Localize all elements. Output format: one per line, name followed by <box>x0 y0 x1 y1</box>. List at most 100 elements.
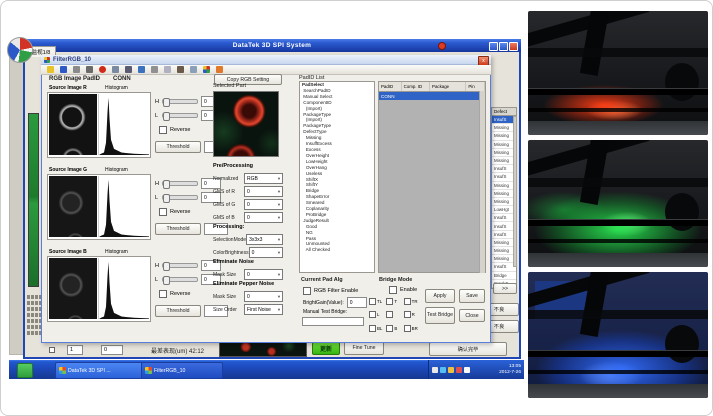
tray-icon[interactable] <box>448 367 454 373</box>
taskbar-clock: 13:05 2012-7-26 <box>499 364 521 375</box>
pad-table-scrollbar[interactable] <box>479 91 485 273</box>
channel-box <box>47 92 151 158</box>
param-dropdown[interactable]: 3x3x3▼ <box>246 234 283 245</box>
machine-photo-green <box>528 140 708 267</box>
h-slider[interactable] <box>162 99 198 104</box>
bridge-direction-checkbox[interactable] <box>404 298 411 305</box>
toolbar-icon[interactable] <box>99 66 106 73</box>
tray-icon[interactable] <box>440 367 446 373</box>
slider-thumb[interactable] <box>163 112 170 121</box>
toolbar-icon[interactable] <box>112 66 119 73</box>
pad-table-column[interactable]: Pin <box>466 82 485 91</box>
bottom-field-1[interactable]: 1 <box>67 345 83 355</box>
pad-table-column[interactable]: Package <box>430 82 466 91</box>
l-slider[interactable] <box>162 195 198 200</box>
bottom-checkbox[interactable] <box>49 347 55 353</box>
param-dropdown[interactable]: First Noise▼ <box>244 304 283 315</box>
bridge-direction-checkbox[interactable] <box>369 311 376 318</box>
apply-button[interactable]: Apply <box>425 289 455 303</box>
h-slider[interactable] <box>162 181 198 186</box>
more-button[interactable]: >> <box>493 283 517 294</box>
dialog-titlebar[interactable]: FilterRGB_10 x <box>41 55 491 65</box>
confirm-complete-button[interactable]: 确认完毕 <box>429 342 507 356</box>
param-dropdown[interactable]: 0▼ <box>244 199 283 210</box>
update-button[interactable]: 更新 <box>312 342 340 355</box>
defect-row[interactable]: Bridge <box>492 272 516 280</box>
slider-thumb[interactable] <box>163 194 170 203</box>
reverse-checkbox[interactable] <box>159 126 167 134</box>
toolbar-icon[interactable] <box>86 66 93 73</box>
slider-thumb[interactable] <box>163 98 170 107</box>
param-dropdown[interactable]: 0▼ <box>244 291 283 302</box>
bridge-direction-checkbox[interactable] <box>386 325 393 332</box>
taskbar-app-1[interactable]: DataTek 3D SPI ... <box>55 362 145 379</box>
bridge-direction-checkbox[interactable] <box>404 311 411 318</box>
bridge-direction-cell: TL <box>369 295 386 308</box>
bottom-field-2[interactable]: 0 <box>101 345 123 355</box>
close-dialog-button[interactable]: Close <box>459 309 485 322</box>
pad-table-column[interactable]: PadID <box>379 82 402 91</box>
bright-gain-field[interactable]: 0 <box>347 297 367 308</box>
tray-icon[interactable] <box>456 367 462 373</box>
selected-part-image <box>213 91 279 157</box>
toolbar-icon[interactable] <box>203 66 210 73</box>
fine-tune-button[interactable]: Fine Tune <box>344 341 384 355</box>
maximize-button[interactable] <box>499 42 508 51</box>
slider-thumb[interactable] <box>163 180 170 189</box>
toolbar-icon[interactable] <box>47 66 54 73</box>
toolbar-icon[interactable] <box>190 66 197 73</box>
defect-list-scrollbar[interactable] <box>513 116 517 267</box>
bridge-direction-checkbox[interactable] <box>369 325 376 332</box>
save-button[interactable]: Save <box>459 289 485 303</box>
record-indicator-icon <box>438 42 446 50</box>
param-dropdown[interactable]: RGB▼ <box>244 173 283 184</box>
h-slider[interactable] <box>162 263 198 268</box>
rgb-image-label: RGB Image PadID <box>49 76 100 82</box>
param-dropdown[interactable]: 0▼ <box>244 186 283 197</box>
toolbar-icon[interactable] <box>125 66 132 73</box>
pad-table-column[interactable]: Comp. ID <box>402 82 430 91</box>
slider-thumb[interactable] <box>163 262 170 271</box>
bridge-direction-checkbox[interactable] <box>404 325 411 332</box>
threshold-button[interactable]: Threshold <box>155 223 201 235</box>
threshold-button[interactable]: Threshold <box>155 141 201 153</box>
histogram-plot <box>98 258 149 319</box>
rgb-filter-row: RGB Filter Enable <box>303 287 358 295</box>
l-slider[interactable] <box>162 113 198 118</box>
slider-thumb[interactable] <box>163 276 170 285</box>
threshold-button[interactable]: Threshold <box>155 305 201 317</box>
bridge-direction-checkbox[interactable] <box>386 311 393 318</box>
toolbar-icon[interactable] <box>138 66 145 73</box>
param-dropdown[interactable]: 0▼ <box>244 269 283 280</box>
test-bridge-button[interactable]: Test Bridge <box>425 307 455 324</box>
l-slider[interactable] <box>162 277 198 282</box>
toolbar-icon[interactable] <box>73 66 80 73</box>
bridge-direction-checkbox[interactable] <box>386 298 393 305</box>
minimize-button[interactable] <box>489 42 498 51</box>
close-button[interactable] <box>509 42 518 51</box>
bridge-direction-cell: B <box>386 322 403 335</box>
rgb-filter-checkbox[interactable] <box>303 287 311 295</box>
bridge-direction-checkbox[interactable] <box>369 298 376 305</box>
param-dropdown[interactable]: 0▼ <box>249 247 283 258</box>
reverse-checkbox[interactable] <box>159 208 167 216</box>
pad-table-row[interactable]: CONN <box>379 92 485 100</box>
reverse-checkbox[interactable] <box>159 290 167 298</box>
worst-stat-label: 最差表现(um) 42:12 <box>151 346 204 355</box>
toolbar-icon[interactable] <box>216 66 223 73</box>
manual-test-bridge-field[interactable] <box>302 317 364 326</box>
toolbar-icon[interactable] <box>164 66 171 73</box>
toolbar-icon[interactable] <box>60 66 67 73</box>
source-image-label: Source Image G <box>49 167 87 173</box>
start-button[interactable] <box>17 363 33 378</box>
tray-icon[interactable] <box>464 367 470 373</box>
tray-icon[interactable] <box>432 367 438 373</box>
main-window-titlebar[interactable]: DataTek 3D SPI System <box>23 39 521 52</box>
toolbar-icon[interactable] <box>177 66 184 73</box>
param-dropdown[interactable]: 0▼ <box>244 212 283 223</box>
tree-item[interactable]: All Checked <box>300 247 374 253</box>
param-label: Normalized <box>213 176 238 182</box>
taskbar-app-2[interactable]: FilterRGB_10 <box>141 362 223 379</box>
bridge-enable-checkbox[interactable] <box>389 286 397 294</box>
toolbar-icon[interactable] <box>151 66 158 73</box>
